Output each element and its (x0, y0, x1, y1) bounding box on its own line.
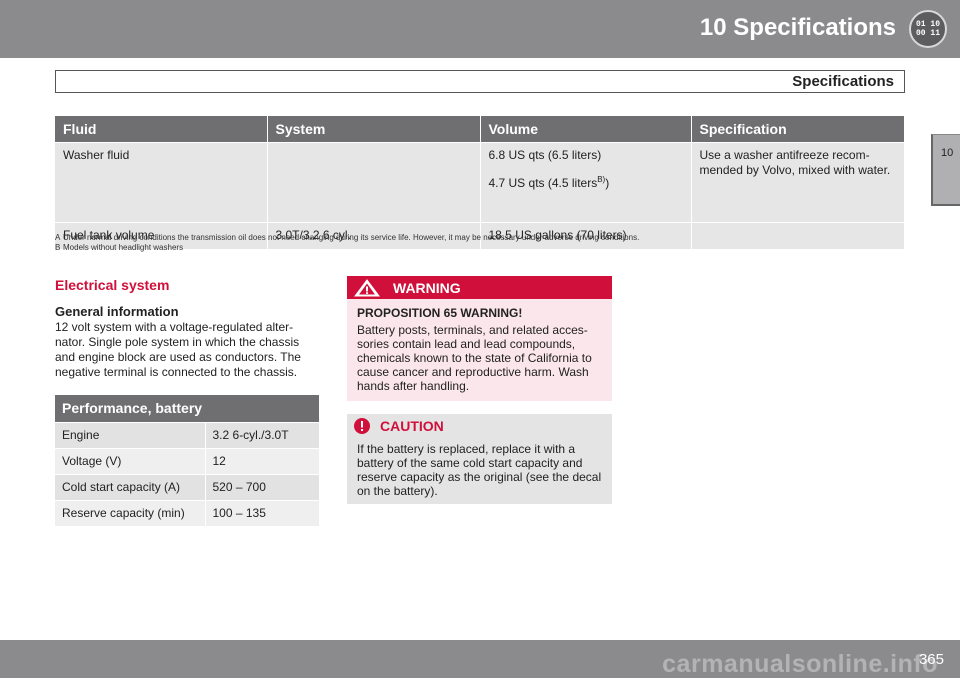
side-tab-label: 10 (941, 147, 954, 159)
caution-circle-icon (352, 417, 372, 440)
electrical-system-heading: Electrical system (55, 277, 170, 293)
column-header-fluid: Fluid (55, 116, 268, 142)
footnote-text: Under normal driving conditions the tran… (63, 233, 640, 242)
table-row: Cold start capacity (A) 520 – 700 (55, 473, 319, 500)
caution-body: If the battery is replaced, replace it w… (357, 442, 602, 498)
chapter-title: 10 Specifications (699, 14, 896, 41)
table-footnotes: A Under normal driving conditions the tra… (55, 233, 639, 253)
fluids-table: Fluid System Volume Specification Washer… (55, 116, 904, 249)
row-value: 12 (205, 447, 319, 474)
cell-volume: 6.8 US qts (6.5 liters) 4.7 US qts (4.5 … (480, 141, 692, 222)
footnote-b: B Models without headlight washers (55, 243, 639, 253)
cell-fluid: Washer fluid (55, 141, 268, 222)
warning-body: Battery posts, terminals, and related ac… (357, 323, 592, 393)
warning-label: WARNING (393, 280, 461, 296)
table-row: Voltage (V) 12 (55, 447, 319, 474)
section-title: Specifications (792, 73, 894, 90)
section-bar: Specifications (55, 70, 905, 93)
footnote-mark: A (55, 233, 61, 242)
warning-header: WARNING (347, 276, 612, 299)
volume-line-2: 4.7 US qts (4.5 litersB)) (489, 172, 683, 191)
warning-box: WARNING PROPOSITION 65 WARNING! Battery … (347, 276, 612, 401)
volume-line-1: 6.8 US qts (6.5 liters) (488, 147, 602, 162)
chapter-header: 10 Specifications 01 10 00 11 (0, 0, 960, 58)
table-row: Reserve capacity (min) 100 – 135 (55, 499, 319, 526)
row-value: 520 – 700 (205, 473, 319, 500)
battery-table-title: Performance, battery (55, 395, 319, 422)
table-header-row: Fluid System Volume Specification (55, 116, 904, 142)
footnote-a: A Under normal driving conditions the tra… (55, 233, 639, 243)
row-label: Voltage (V) (55, 447, 206, 474)
table-row: Engine 3.2 6-cyl./3.0T (55, 421, 319, 448)
chapter-side-tab[interactable]: 10 (931, 134, 960, 206)
cell-specification (691, 221, 904, 249)
footnote-text: Models without headlight washers (63, 243, 184, 252)
caution-label: CAUTION (380, 418, 444, 434)
row-label: Reserve capacity (min) (55, 499, 206, 526)
cell-specification: Use a washer antifreeze recom-mended by … (691, 141, 904, 222)
volume-line-2-text: 4.7 US qts (4.5 liters (488, 175, 598, 190)
volume-line-2-end: ) (605, 175, 610, 190)
column-header-system: System (267, 116, 481, 142)
column-header-volume: Volume (480, 116, 692, 142)
table-header-row: Performance, battery (55, 395, 319, 422)
general-information-body: 12 volt system with a voltage-regulated … (55, 320, 301, 379)
column-header-specification: Specification (691, 116, 904, 142)
row-label: Engine (55, 421, 206, 448)
footnote-mark: B (55, 243, 61, 252)
chapter-icon-digits: 01 10 00 11 (916, 20, 941, 38)
binary-chapter-icon: 01 10 00 11 (909, 10, 947, 48)
cell-system (267, 141, 481, 222)
caution-box: CAUTION If the battery is replaced, repl… (347, 414, 612, 504)
row-label: Cold start capacity (A) (55, 473, 206, 500)
row-value: 3.2 6-cyl./3.0T (205, 421, 319, 448)
general-information-heading: General information (55, 304, 179, 319)
battery-performance-table: Performance, battery Engine 3.2 6-cyl./3… (55, 395, 319, 526)
table-row: Washer fluid 6.8 US qts (6.5 liters) 4.7… (55, 141, 904, 222)
row-value: 100 – 135 (205, 499, 319, 526)
warning-title: PROPOSITION 65 WARNING! (357, 306, 523, 320)
watermark-text: carmanualsonline.info (662, 650, 938, 678)
warning-triangle-icon (352, 279, 382, 302)
